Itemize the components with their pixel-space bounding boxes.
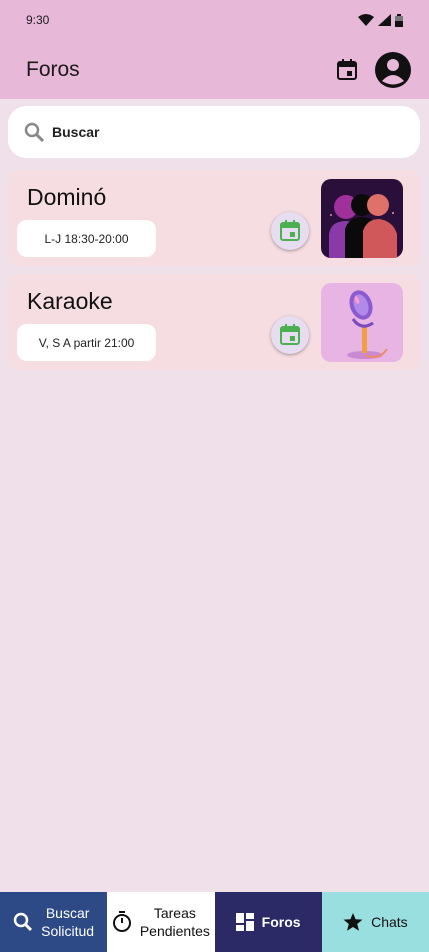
nav-label-line: Buscar xyxy=(45,905,90,921)
status-icons xyxy=(358,13,403,27)
nav-label: Tareas Pendientes xyxy=(140,904,210,940)
calendar-icon xyxy=(280,220,300,241)
search-icon xyxy=(13,912,33,932)
nav-tareas-pendientes[interactable]: Tareas Pendientes xyxy=(107,892,215,952)
nav-label: Buscar Solicitud xyxy=(41,904,94,940)
battery-icon xyxy=(395,13,403,27)
search-input[interactable]: Buscar xyxy=(52,124,99,140)
nav-label-line: Solicitud xyxy=(41,923,95,939)
forum-card-karaoke[interactable]: Karaoke V, S A partir 21:00 xyxy=(8,274,420,370)
nav-chats[interactable]: Chats xyxy=(321,892,429,952)
calendar-icon[interactable] xyxy=(335,58,359,82)
forum-title: Dominó xyxy=(27,184,107,210)
nav-label: Chats xyxy=(371,914,408,930)
nav-buscar-solicitud[interactable]: Buscar Solicitud xyxy=(0,892,108,952)
bottom-navigation: Buscar Solicitud Tareas Pendientes Foros… xyxy=(0,892,429,952)
app-bar-actions xyxy=(335,51,411,88)
domino-image xyxy=(321,179,403,258)
forum-schedule: L-J 18:30-20:00 xyxy=(17,220,156,257)
status-bar: 9:30 xyxy=(0,0,429,40)
page-title: Foros xyxy=(26,57,80,81)
nav-label-line: Pendientes xyxy=(139,923,210,939)
dashboard-icon xyxy=(235,913,254,931)
forum-calendar-button[interactable] xyxy=(271,212,309,250)
account-icon[interactable] xyxy=(375,51,411,88)
nav-label: Foros xyxy=(261,914,301,930)
nav-label-line: Tareas xyxy=(153,905,196,921)
app-bar: Foros xyxy=(0,40,429,99)
forum-card-domino[interactable]: Dominó L-J 18:30-20:00 xyxy=(8,170,420,266)
forum-schedule: V, S A partir 21:00 xyxy=(17,324,156,361)
calendar-icon xyxy=(280,324,300,345)
status-time: 9:30 xyxy=(26,13,50,27)
search-bar[interactable]: Buscar xyxy=(8,106,420,158)
forum-calendar-button[interactable] xyxy=(271,316,309,354)
forum-title: Karaoke xyxy=(27,288,113,314)
wifi-icon xyxy=(358,14,374,26)
search-icon xyxy=(24,122,44,142)
microphone-image xyxy=(321,283,403,362)
signal-icon xyxy=(378,14,391,26)
nav-foros[interactable]: Foros xyxy=(214,892,322,952)
star-icon xyxy=(343,913,363,931)
timer-icon xyxy=(112,911,131,932)
